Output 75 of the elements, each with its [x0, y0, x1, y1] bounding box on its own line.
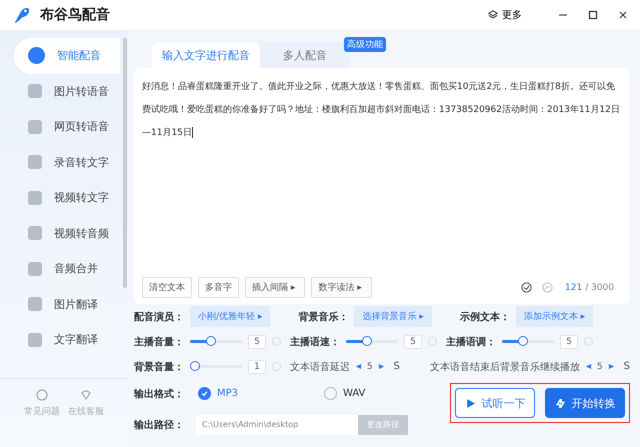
delay-label: 文本语音延迟	[290, 360, 350, 374]
value-field[interactable]: 1	[248, 360, 266, 374]
format-option[interactable]: WAV	[316, 387, 436, 400]
feature-icon	[28, 47, 45, 64]
sidebar-item[interactable]: 文字翻译	[14, 322, 120, 358]
feature-badge: 高级功能	[344, 37, 386, 52]
text-input-area[interactable]: 好消息！品睿蛋糕隆重开业了。值此开业之际，优惠大放送！零售蛋糕、面包买10元送2元，生日蛋糕打8折。还可以免费试吃哦！爱吃蛋糕的你准备好了吗？地址：楼旗利百加超市斜对面电话：13738520962活动时间：2013年11月12日—11月15日	[142, 76, 622, 277]
dropdown-button[interactable]: 数字读法 ▸	[311, 277, 372, 298]
slider-label: 背景音量：	[134, 360, 184, 374]
play-icon	[464, 398, 476, 408]
value-field[interactable]: 5	[248, 334, 266, 348]
field-label: 输出格式：	[134, 388, 184, 400]
feature-icon	[28, 155, 42, 170]
slider-thumb[interactable]	[190, 361, 200, 371]
format-option[interactable]: MP3	[190, 387, 310, 400]
select-button[interactable]: 添加示例文本 ▸	[516, 306, 594, 327]
tab[interactable]: 输入文字进行配音	[152, 42, 260, 68]
sidebar-item[interactable]: 视频转音频	[14, 216, 120, 251]
convert-icon	[554, 398, 566, 408]
tool-button[interactable]: 多音字	[198, 277, 239, 298]
slider-thumb[interactable]	[518, 336, 528, 346]
help-icon	[36, 389, 48, 401]
feature-icon	[28, 297, 42, 312]
start-button[interactable]: 开始转换	[545, 388, 625, 418]
sidebar-item[interactable]: 图片转语音	[14, 74, 120, 109]
slider-label: 主播语调：	[446, 335, 496, 348]
field-label: 输出路径：	[134, 418, 184, 432]
feature-icon	[28, 120, 42, 134]
sidebar-item[interactable]: 视频转文字	[14, 180, 120, 216]
dropdown-button[interactable]: 插入间隔 ▸	[245, 277, 306, 298]
bird-logo-icon	[12, 5, 32, 25]
select-button[interactable]: 小刚/优雅年轻 ▸	[190, 306, 270, 327]
increase-icon[interactable]	[378, 363, 385, 370]
radio-button[interactable]	[324, 387, 337, 400]
feature-icon	[28, 226, 42, 240]
select-button[interactable]: 选择背景音乐 ▸	[354, 306, 432, 327]
value-field[interactable]: 5	[404, 334, 422, 348]
decrease-icon[interactable]	[354, 363, 362, 370]
decrease-icon[interactable]	[584, 363, 592, 370]
slider-label: 主播音量：	[134, 335, 184, 348]
increase-icon[interactable]	[608, 363, 615, 370]
unit-label: S	[624, 361, 630, 372]
sidebar-item[interactable]: 图片翻译	[14, 286, 120, 322]
field-label: 背景音乐：	[298, 310, 348, 324]
chat-icon	[80, 389, 92, 401]
value-field[interactable]: 5	[560, 334, 578, 348]
sidebar-item[interactable]: 智能配音	[14, 38, 120, 74]
path-field[interactable]: C:\Users\Admin\desktop	[196, 414, 358, 434]
app-title: 布谷鸟配音	[40, 6, 110, 24]
field-label: 配音演员：	[134, 310, 184, 324]
slider-thumb[interactable]	[206, 336, 216, 346]
feature-icon	[28, 262, 42, 276]
slider-thumb[interactable]	[362, 336, 372, 346]
field-label: 示例文本：	[460, 310, 510, 324]
sidebar-item[interactable]: 音频合并	[14, 251, 120, 286]
radio-button[interactable]	[198, 387, 211, 400]
tool-button[interactable]: 清空文本	[142, 277, 192, 298]
delay-label: 文本语音结束后背景音乐继续播放	[430, 360, 580, 374]
delay-value: 5	[366, 362, 373, 372]
more-button[interactable]: 更多	[486, 6, 524, 24]
delay-value: 5	[596, 362, 603, 372]
check-icon	[200, 389, 209, 398]
sidebar-item[interactable]: 网页转语音	[14, 109, 120, 144]
feature-icon	[28, 332, 42, 347]
maximize-icon[interactable]	[588, 10, 598, 20]
close-icon[interactable]	[618, 10, 628, 20]
slider-label: 主播语速：	[290, 335, 340, 348]
char-limit: / 3000	[585, 282, 614, 292]
char-count: 121	[565, 282, 582, 292]
preview-button[interactable]: 试听一下	[455, 388, 535, 418]
layers-icon	[488, 10, 498, 20]
feature-icon	[28, 84, 42, 98]
unit-label: S	[394, 361, 400, 372]
feature-icon	[28, 190, 42, 205]
sidebar-item[interactable]: 录音转文字	[14, 144, 120, 180]
